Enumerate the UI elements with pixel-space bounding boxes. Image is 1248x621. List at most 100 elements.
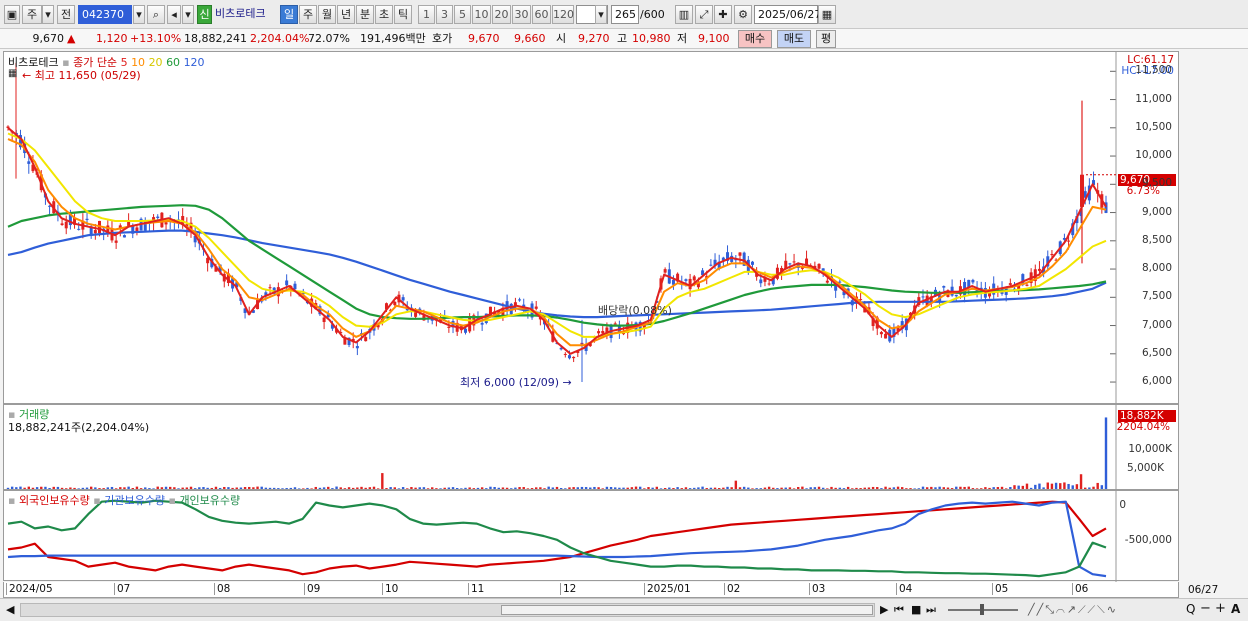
interval-3[interactable]: 3 xyxy=(436,5,453,24)
calendar-small-icon[interactable]: ▦ xyxy=(8,68,17,79)
candle-body xyxy=(817,263,821,269)
buy-button[interactable]: 매수 xyxy=(738,30,772,48)
volume-bar xyxy=(1013,485,1016,489)
volume-bar xyxy=(231,487,234,489)
all-button[interactable]: 전 xyxy=(57,5,75,24)
sell-button[interactable]: 매도 xyxy=(777,30,811,48)
interval-120[interactable]: 120 xyxy=(552,5,574,24)
price-chart-panel[interactable]: 비츠로테크 ▪ 종가 단순 5 10 20 60 120 ▦ ← 최고 11,6… xyxy=(3,51,1179,405)
volume-bar xyxy=(988,487,991,489)
volume-bar xyxy=(909,488,912,489)
volume-bar xyxy=(94,487,97,489)
volume-bar xyxy=(551,487,555,489)
volume-bar xyxy=(164,486,168,489)
last-volume-rate: 2204.04% xyxy=(1116,421,1170,433)
volume-bar xyxy=(455,488,459,489)
ma20-line xyxy=(7,132,1107,338)
interval-1[interactable]: 1 xyxy=(418,5,435,24)
volume-bar xyxy=(955,486,958,489)
gear-icon[interactable]: ⚙ xyxy=(734,5,752,24)
zoom-slider-handle[interactable] xyxy=(980,604,984,615)
interval-10[interactable]: 10 xyxy=(472,5,491,24)
interval-20[interactable]: 20 xyxy=(492,5,511,24)
volume-bar xyxy=(177,488,180,489)
volume-bar xyxy=(572,487,575,489)
volume-bar xyxy=(535,487,538,489)
volume-bar xyxy=(555,486,559,489)
drawing-tools-icons[interactable]: ╱╱⤡⌒↗⟋⟋⟍∿ xyxy=(1028,603,1118,617)
stop-icon[interactable]: ■ xyxy=(911,603,921,616)
zoom-out-icon[interactable]: Q xyxy=(1186,602,1195,616)
candle-body xyxy=(518,299,522,301)
candle-body xyxy=(60,223,64,226)
scroll-right-icon[interactable]: ▶ xyxy=(880,603,888,616)
candle-style-icon[interactable]: ▥ xyxy=(675,5,693,24)
period-month[interactable]: 월 xyxy=(318,5,336,24)
volume-bar xyxy=(722,487,725,489)
interval-5[interactable]: 5 xyxy=(454,5,471,24)
date-input[interactable]: 2025/06/27 xyxy=(754,5,821,24)
candle-body xyxy=(942,286,946,288)
volume-tick-5000k: 5,000K xyxy=(1127,462,1164,474)
crosshair-icon[interactable]: ✚ xyxy=(714,5,732,24)
volume-bar xyxy=(331,488,334,489)
volume-bar xyxy=(264,487,268,489)
interval-60[interactable]: 60 xyxy=(532,5,551,24)
volume-bar xyxy=(505,487,509,489)
volume-bar xyxy=(801,486,804,489)
volume-bar xyxy=(834,487,837,489)
market-dropdown-icon[interactable]: ▾ xyxy=(42,5,54,24)
candle-body xyxy=(364,337,368,342)
holdings-chart-panel[interactable]: ▪ 외국인보유수량 ▪ 기관보유수량 ▪ 개인보유수량 0 -500,000 xyxy=(3,490,1179,582)
market-select[interactable]: 주 xyxy=(22,5,42,24)
scroll-thumb[interactable] xyxy=(501,605,873,615)
interval-30[interactable]: 30 xyxy=(512,5,531,24)
speaker-icon[interactable]: ◂ xyxy=(167,5,181,24)
stock-code-input[interactable]: 042370 xyxy=(78,5,132,24)
plus-icon[interactable]: + xyxy=(1215,601,1226,616)
avg-button[interactable]: 평 xyxy=(816,30,836,48)
volume-bar xyxy=(817,486,821,489)
volume-bar xyxy=(609,486,613,489)
volume-bar xyxy=(605,486,609,489)
period-minute[interactable]: 분 xyxy=(356,5,374,24)
drawing-tool-icon[interactable]: ⤢ xyxy=(695,5,713,24)
count-input[interactable]: 265 xyxy=(611,5,639,24)
candle-body xyxy=(1037,268,1041,271)
period-second[interactable]: 초 xyxy=(375,5,393,24)
scroll-left-icon[interactable]: ◀ xyxy=(6,603,14,616)
code-dropdown-icon[interactable]: ▾ xyxy=(133,5,145,24)
volume-bar xyxy=(709,487,713,489)
candle-body xyxy=(663,269,667,273)
volume-bar xyxy=(593,486,596,489)
speaker-dropdown-icon[interactable]: ▾ xyxy=(182,5,194,24)
period-day[interactable]: 일 xyxy=(280,5,298,24)
last-page-icon[interactable]: ⏭ xyxy=(926,603,936,617)
x-axis-label: 08 xyxy=(214,583,230,595)
period-week[interactable]: 주 xyxy=(299,5,317,24)
volume-bar xyxy=(401,487,405,489)
volume-bar xyxy=(472,488,476,489)
first-page-icon[interactable]: ⏮ xyxy=(894,603,904,617)
volume-bar xyxy=(950,488,954,489)
calendar-icon[interactable]: ▦ xyxy=(818,5,836,24)
x-axis-label: 2025/01 xyxy=(644,583,691,595)
volume-bar xyxy=(144,487,147,489)
period-tick[interactable]: 틱 xyxy=(394,5,412,24)
search-icon[interactable]: ⌕ xyxy=(147,5,165,24)
x-axis-label: 09 xyxy=(304,583,320,595)
volume-bar xyxy=(980,488,983,489)
period-year[interactable]: 년 xyxy=(337,5,355,24)
custom-interval-dropdown-icon[interactable]: ▾ xyxy=(595,5,607,24)
chart-type-icon[interactable]: ▣ xyxy=(4,5,20,24)
minus-icon[interactable]: − xyxy=(1200,601,1211,616)
candle-body xyxy=(322,317,326,323)
volume-bar xyxy=(1088,487,1091,489)
scroll-track[interactable] xyxy=(20,603,875,617)
volume-bar xyxy=(813,487,817,489)
volume-chart-panel[interactable]: ▪ 거래량 18,882,241주(2,204.04%) 18,882K 220… xyxy=(3,404,1179,491)
candle-body xyxy=(77,228,81,230)
volume-bar xyxy=(69,487,72,489)
volume-bar xyxy=(347,487,351,489)
font-size-icon[interactable]: A xyxy=(1231,602,1240,616)
